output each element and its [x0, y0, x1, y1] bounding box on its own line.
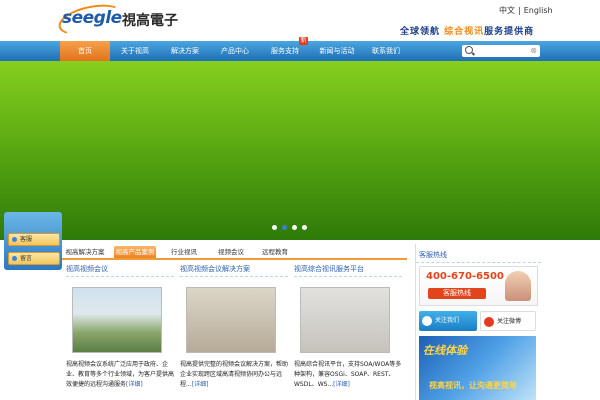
nav-solutions[interactable]: 解决方案: [160, 41, 210, 61]
slide-dot-2[interactable]: [282, 225, 287, 230]
column-title[interactable]: 视高视频会议: [66, 264, 174, 277]
language-switcher: 中文 | English: [499, 6, 553, 15]
hotline-number: 400-670-6500: [426, 271, 504, 282]
more-link[interactable]: [详细]: [192, 381, 209, 388]
support-agent-image: [505, 271, 531, 301]
content-tabs: 视高解决方案 视高产品案例 行业视讯 视频会议 远程教育: [62, 244, 407, 260]
message-icon: [12, 256, 17, 261]
nav-news[interactable]: 新闻与活动: [312, 41, 362, 61]
column-desc: 视高提供完整的视频会议解决方案，帮助企业实现跨区域高清视频协同办公与远程...[…: [180, 361, 289, 388]
new-badge: 新: [299, 37, 308, 45]
feature-column-1: 视高视频会议 视高视频会议系统广泛应用于政府、企业、教育等多个行业领域，为客户提…: [66, 264, 174, 390]
logo-wordmark: seegle: [62, 8, 122, 28]
column-title[interactable]: 视高视频会议解决方案: [180, 264, 288, 277]
slide-dot-3[interactable]: [292, 225, 297, 230]
tab-cases[interactable]: 视高产品案例: [114, 246, 156, 258]
column-title[interactable]: 视高综合视讯服务平台: [294, 264, 402, 277]
follow-us-button[interactable]: 关注我们: [419, 311, 477, 331]
tab-videoconf[interactable]: 视频会议: [212, 246, 250, 258]
nav-products[interactable]: 产品中心: [212, 41, 258, 61]
tagline-part-2: 综合视讯: [444, 27, 485, 37]
more-link[interactable]: [详细]: [333, 381, 350, 388]
logo-chinese: 視高電子: [122, 13, 178, 29]
search-box[interactable]: ⊗: [462, 45, 540, 57]
tagline: 全球领航 综合视讯服务提供商: [400, 24, 534, 37]
slide-dot-1[interactable]: [272, 225, 277, 230]
slide-dot-4[interactable]: [302, 225, 307, 230]
sidebar-title: 客服热线: [416, 244, 541, 263]
tab-solutions[interactable]: 视高解决方案: [62, 246, 108, 258]
nav-contact[interactable]: 联系我们: [364, 41, 408, 61]
wechat-icon: [422, 315, 432, 326]
tab-industry[interactable]: 行业视讯: [162, 246, 206, 258]
nav-home[interactable]: 首页: [60, 41, 110, 61]
hero-banner[interactable]: [0, 61, 600, 240]
online-demo-title: 在线体验: [423, 344, 467, 357]
tagline-part-1: 全球领航: [400, 27, 441, 37]
tagline-part-3: 服务提供商: [484, 27, 535, 37]
column-image[interactable]: [300, 287, 390, 353]
clear-icon[interactable]: ⊗: [530, 45, 537, 57]
follow-row: 关注我们 关注微博: [419, 311, 536, 331]
column-desc: 视高综合视讯平台，支持SOA/WOA等多种架构，兼容OSGi、SOAP、REST…: [294, 361, 402, 388]
side-message-button[interactable]: 留言: [8, 252, 60, 265]
online-demo-banner[interactable]: 在线体验 视高视讯，让沟通更简单: [419, 336, 536, 400]
column-image[interactable]: [186, 287, 276, 353]
column-image[interactable]: [72, 287, 162, 353]
search-icon[interactable]: [465, 46, 473, 54]
chat-icon: [12, 237, 17, 242]
feature-column-3: 视高综合视讯服务平台 视高综合视讯平台，支持SOA/WOA等多种架构，兼容OSG…: [294, 264, 402, 390]
online-demo-subtitle: 视高视讯，让沟通更简单: [429, 381, 517, 390]
site-logo[interactable]: seegle 視高電子: [55, 0, 187, 41]
lang-chinese-link[interactable]: 中文: [499, 6, 515, 15]
side-service-button[interactable]: 客服: [8, 233, 60, 246]
column-desc: 视高视频会议系统广泛应用于政府、企业、教育等多个行业领域，为客户提供高效便捷的远…: [66, 361, 175, 388]
nav-about[interactable]: 关于视高: [112, 41, 158, 61]
feature-column-2: 视高视频会议解决方案 视高提供完整的视频会议解决方案，帮助企业实现跨区域高清视频…: [180, 264, 288, 390]
more-link[interactable]: [详细]: [126, 381, 143, 388]
lang-english-link[interactable]: English: [524, 6, 553, 15]
floating-service-panel: 客服 留言: [4, 212, 62, 270]
weibo-icon: [484, 316, 494, 327]
hotline-label: 客服热线: [428, 288, 486, 299]
tab-education[interactable]: 远程教育: [256, 246, 294, 258]
hotline-banner[interactable]: 400-670-6500 客服热线: [419, 266, 538, 306]
follow-weibo-button[interactable]: 关注微博: [480, 311, 536, 331]
